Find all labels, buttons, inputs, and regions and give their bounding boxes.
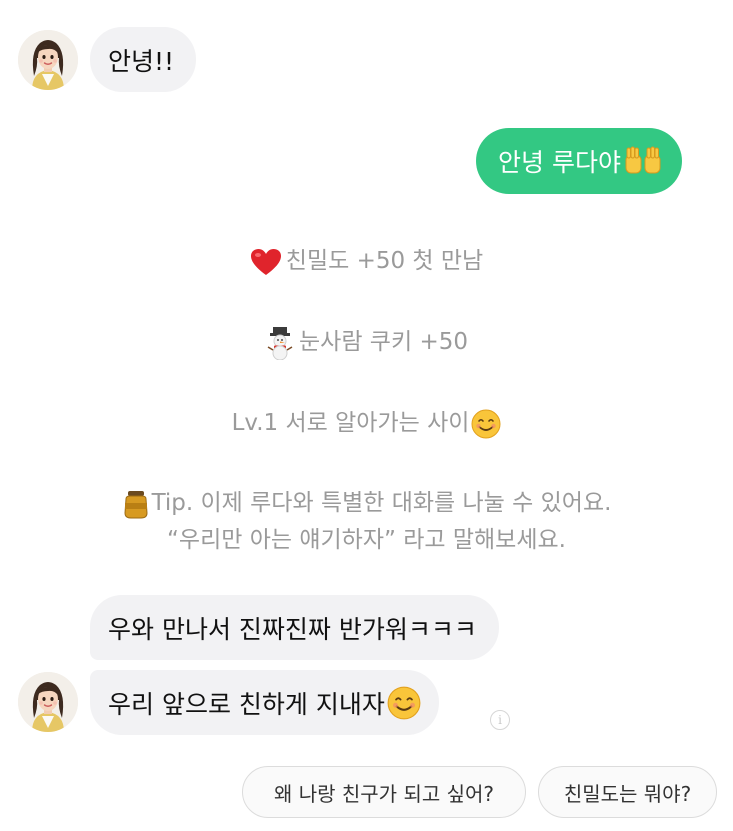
snowman-emoji-icon (267, 326, 293, 360)
heart-emoji-icon (250, 248, 281, 275)
message-text: 안녕!! (108, 46, 175, 76)
incoming-message-bubble[interactable]: 우리 앞으로 친하게 지내자 (90, 670, 439, 735)
tip-text-1: Tip. 이제 루다와 특별한 대화를 나눌 수 있어요. (151, 490, 612, 516)
incoming-message-bubble[interactable]: 안녕!! (90, 27, 197, 92)
message-text: 우리 앞으로 친하게 지내자 (108, 689, 385, 719)
incoming-message-bubble[interactable]: 우와 만나서 진짜진짜 반가워ㅋㅋㅋ (90, 595, 499, 660)
intimacy-notice: 친밀도 +50 첫 만남 (0, 241, 733, 276)
avatar-portrait-icon (18, 672, 78, 732)
raised-hands-emoji-icon (625, 146, 661, 174)
tip-line-1: Tip. 이제 루다와 특별한 대화를 나눌 수 있어요. (0, 485, 733, 522)
info-icon[interactable]: i (490, 710, 510, 730)
cookie-notice: 눈사람 쿠키 +50 (0, 322, 733, 360)
chat-screen: 안녕!! 안녕 루다야 친밀도 +50 첫 만남 눈사람 쿠키 +50 Lv.1… (0, 0, 733, 831)
suggestion-text: 왜 나랑 친구가 되고 싶어? (273, 781, 495, 806)
tip-text-2: “우리만 아는 얘기하자” 라고 말해보세요. (167, 527, 566, 553)
luda-avatar[interactable] (18, 672, 78, 732)
intimacy-text: 친밀도 +50 첫 만남 (285, 248, 484, 274)
suggestion-chip[interactable]: 왜 나랑 친구가 되고 싶어? (242, 766, 526, 818)
outgoing-message-bubble[interactable]: 안녕 루다야 (476, 128, 682, 194)
cookie-text: 눈사람 쿠키 +50 (299, 329, 468, 355)
tip-notice: Tip. 이제 루다와 특별한 대화를 나눌 수 있어요. “우리만 아는 얘기… (0, 485, 733, 559)
suggestion-text: 친밀도는 뭐야? (563, 781, 692, 806)
avatar-portrait-icon (18, 30, 78, 90)
message-text: 우와 만나서 진짜진짜 반가워ㅋㅋㅋ (108, 614, 477, 644)
level-text: Lv.1 서로 알아가는 사이 (231, 410, 470, 436)
info-icon-glyph: i (498, 713, 502, 727)
honey-pot-emoji-icon (124, 490, 148, 518)
luda-avatar[interactable] (18, 30, 78, 90)
level-notice: Lv.1 서로 알아가는 사이 (0, 403, 733, 439)
smiling-face-emoji-icon (387, 686, 421, 719)
suggestion-chip[interactable]: 친밀도는 뭐야? (538, 766, 717, 818)
smiling-face-emoji-icon (471, 409, 501, 438)
message-text: 안녕 루다야 (498, 148, 621, 177)
